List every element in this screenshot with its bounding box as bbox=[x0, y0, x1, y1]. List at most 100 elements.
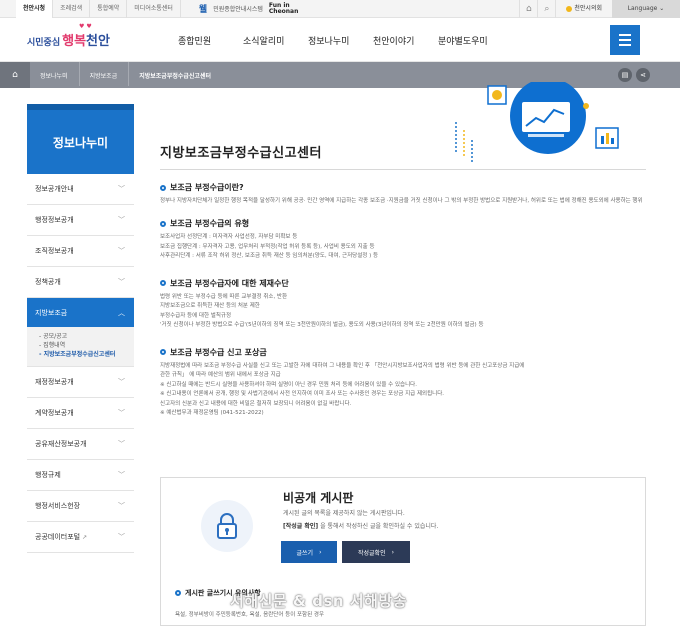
utility-right: ⌂ ⌕ 천안시의회 Language ⌄ bbox=[519, 0, 680, 18]
text-line: ※ 신고내용이 언론에서 공개, 행정 및 사법기관에서 사전 인지하여 이미 … bbox=[160, 391, 445, 397]
logo-main: 행복천안 bbox=[62, 30, 110, 49]
text-line: 사후관리단계 : 서류 조작 허위 정산, 보조금 취득 재산 등 임의처분(양… bbox=[160, 253, 379, 259]
submenu-label: 집행내역 bbox=[43, 342, 66, 349]
section-lines: 지방재정법에 따라 보조금 부정수급 사실을 신고 또는 고발한 자에 대하여 … bbox=[160, 362, 646, 419]
breadcrumb-item-info[interactable]: 정보나누미 bbox=[30, 61, 80, 86]
sidebar: 정보나누미 정보공개안내 ﹀ 행정정보공개 ﹀ 조직정보공개 ﹀ 정책공개 ﹀ 지방보조… bbox=[27, 104, 134, 553]
text-line: ※ 예산법무과 재정운영팀 (041-521-2022) bbox=[160, 410, 264, 416]
sidebar-item-admin-info[interactable]: 행정정보공개 ﹀ bbox=[27, 205, 134, 236]
text-line: 법령 위반 또는 부정수급 등에 따른 교부결정 취소, 반환 bbox=[160, 293, 288, 300]
sidebar-item-label: 행정서비스헌장 bbox=[35, 502, 81, 510]
language-select[interactable]: Language ⌄ bbox=[612, 0, 680, 18]
board-description: 게시된 글의 목록을 제공하지 않는 게시판입니다. bbox=[283, 510, 405, 517]
breadcrumb-home-icon[interactable]: ⌂ bbox=[0, 62, 30, 88]
utility-bar: 천안시청 조례검색 통합예약 미디어소통센터 웰 민원종합안내시스템 Fun i… bbox=[0, 0, 680, 18]
sidebar-item-regulation[interactable]: 행정규제 ﹀ bbox=[27, 460, 134, 491]
sidebar-item-label: 재정정보공개 bbox=[35, 378, 74, 386]
check-post-button-label: 작성글확인 bbox=[357, 549, 386, 557]
site-logo[interactable]: ♥♥ 시민중심 행복천안 bbox=[27, 23, 110, 49]
section-types: 보조금 부정수급의 유형 보조사업자 선정단계 : 미자격자 사업선정, 자부담… bbox=[160, 218, 646, 262]
nav-item-info[interactable]: 정보나누미 bbox=[308, 34, 373, 47]
print-icon[interactable]: ▤ bbox=[618, 68, 632, 82]
section-text: 정부나 지방자치단체가 일정한 행정 목적을 달성하기 위해 공공· 민간 영역… bbox=[160, 198, 643, 204]
submenu-item-report-center[interactable]: - 지방보조금부정수급신고센터 bbox=[39, 350, 134, 359]
util-link-cityhall[interactable]: 천안시청 bbox=[16, 0, 54, 18]
brand-fun-in-cheonan[interactable]: Fun in Cheonan bbox=[269, 2, 298, 15]
board-title: 비공개 게시판 bbox=[283, 491, 354, 505]
logo-hearts-icon: ♥♥ bbox=[79, 23, 94, 30]
analytics-illustration-icon bbox=[455, 82, 619, 162]
main-navigation: 종합민원 소식알리미 정보나누미 천안이야기 분야별도우미 bbox=[178, 18, 503, 62]
util-link-reservation[interactable]: 통합예약 bbox=[90, 0, 128, 18]
nav-item-civil[interactable]: 종합민원 bbox=[178, 34, 243, 47]
sidebar-item-label: 지방보조금 bbox=[35, 308, 68, 317]
chevron-down-icon: ﹀ bbox=[118, 247, 125, 255]
section-heading: 보조금 부정수급자에 대한 제재수단 bbox=[160, 278, 646, 289]
section-heading: 보조금 부정수급이란? bbox=[160, 182, 646, 193]
chevron-down-icon: ﹀ bbox=[118, 378, 125, 386]
text-line: 보조사업자 선정단계 : 미자격자 사업선정, 자부담 미확보 등 bbox=[160, 234, 298, 240]
breadcrumb-item-subsidy[interactable]: 지방보조금 bbox=[80, 61, 130, 86]
arrow-right-icon: › bbox=[391, 548, 394, 556]
util-link-media[interactable]: 미디어소통센터 bbox=[127, 0, 181, 18]
sidebar-item-policy[interactable]: 정책공개 ﹀ bbox=[27, 267, 134, 298]
chevron-down-icon: ﹀ bbox=[118, 440, 125, 448]
submenu-label: 지방보조금부정수급신고센터 bbox=[43, 351, 116, 358]
sidebar-item-label: 계약정보공개 bbox=[35, 409, 74, 417]
nav-item-news[interactable]: 소식알리미 bbox=[243, 34, 308, 47]
home-icon[interactable]: ⌂ bbox=[519, 0, 537, 18]
council-dot-icon bbox=[566, 5, 573, 12]
section-heading: 보조금 부정수급 신고 포상금 bbox=[160, 347, 646, 358]
sidebar-item-finance[interactable]: 재정정보공개 ﹀ bbox=[27, 367, 134, 398]
write-button-label: 글쓰기 bbox=[296, 549, 314, 557]
language-label: Language bbox=[627, 5, 658, 12]
bullet-icon bbox=[160, 349, 166, 355]
board-description-2: [작성글 확인] 을 통해서 작성하신 글을 확인하실 수 있습니다. bbox=[283, 521, 438, 530]
submenu-item-execution[interactable]: - 집행내역 bbox=[39, 341, 134, 350]
chevron-down-icon: ﹀ bbox=[118, 216, 125, 224]
text-line: 지방재정법에 따라 보조금 부정수급 사실을 신고 또는 고발한 자에 대하여 … bbox=[160, 362, 525, 369]
section-sanctions: 보조금 부정수급자에 대한 제재수단 법령 위반 또는 부정수급 등에 따른 교… bbox=[160, 278, 646, 331]
check-post-button[interactable]: 작성글확인 › bbox=[342, 541, 410, 563]
write-button[interactable]: 글쓰기 › bbox=[281, 541, 337, 563]
section-lines: 법령 위반 또는 부정수급 등에 따른 교부결정 취소, 반환 지방보조금으로 … bbox=[160, 293, 646, 331]
sidebar-item-subsidy[interactable]: 지방보조금 ︿ bbox=[27, 298, 134, 327]
chevron-down-icon: ﹀ bbox=[118, 471, 125, 479]
sidebar-item-charter[interactable]: 행정서비스헌장 ﹀ bbox=[27, 491, 134, 522]
text-line: 보조금 집행단계 : 무자격자 고용, 업무처리 부적정(작업 허위 등록 등)… bbox=[160, 243, 375, 250]
sidebar-item-org-info[interactable]: 조직정보공개 ﹀ bbox=[27, 236, 134, 267]
sidebar-item-disclosure-guide[interactable]: 정보공개안내 ﹀ bbox=[27, 174, 134, 205]
sidebar-item-label: 행정정보공개 bbox=[35, 216, 74, 224]
news-watermark: 서해신문 & dsn 서해방송 bbox=[230, 592, 407, 610]
search-icon[interactable]: ⌕ bbox=[537, 0, 555, 18]
sidebar-item-contract[interactable]: 계약정보공개 ﹀ bbox=[27, 398, 134, 429]
section-definition: 보조금 부정수급이란? 정부나 지방자치단체가 일정한 행정 목적을 달성하기 … bbox=[160, 182, 646, 206]
text-line: 신고자의 신분과 신고 내용에 대한 비밀은 철저히 보장되니 어려움이 없길 … bbox=[160, 400, 352, 407]
city-council-link[interactable]: 천안시의회 bbox=[555, 0, 612, 18]
breadcrumb-item-current: 지방보조금부정수급신고센터 bbox=[139, 72, 211, 80]
hamburger-menu-button[interactable] bbox=[610, 25, 640, 55]
chevron-down-icon: ﹀ bbox=[118, 409, 125, 417]
section-reward: 보조금 부정수급 신고 포상금 지방재정법에 따라 보조금 부정수급 사실을 신… bbox=[160, 347, 646, 419]
chevron-up-icon: ︿ bbox=[118, 308, 125, 317]
chevron-down-icon: ﹀ bbox=[118, 502, 125, 510]
share-icon[interactable]: ⋖ bbox=[636, 68, 650, 82]
sidebar-item-open-data[interactable]: 공공데이터포털 ↗ ﹀ bbox=[27, 522, 134, 553]
sidebar-item-property[interactable]: 공유재산정보공개 ﹀ bbox=[27, 429, 134, 460]
nav-item-story[interactable]: 천안이야기 bbox=[373, 34, 438, 47]
chevron-down-icon: ﹀ bbox=[118, 278, 125, 286]
text-line: 관한 규칙」 에 따라 예산의 범위 내에서 포상금 지급 bbox=[160, 372, 281, 378]
logo-prefix: 시민중심 bbox=[27, 38, 61, 48]
brand-minwon-system[interactable]: 민원종합안내시스템 bbox=[213, 4, 263, 13]
sidebar-item-label: 공유재산정보공개 bbox=[35, 440, 87, 448]
chevron-down-icon: ⌄ bbox=[659, 5, 665, 12]
bullet-icon bbox=[160, 220, 166, 227]
sidebar-title: 정보나누미 bbox=[27, 104, 134, 174]
util-link-ordinance[interactable]: 조례검색 bbox=[53, 0, 91, 18]
brand-logo-ulgok[interactable]: 웰 bbox=[199, 2, 207, 15]
nav-item-helper[interactable]: 분야별도우미 bbox=[438, 34, 503, 47]
submenu-item-notice[interactable]: - 공모/공고 bbox=[39, 332, 134, 341]
sidebar-item-open-data-label: 공공데이터포털 ↗ bbox=[35, 532, 87, 542]
section-lines: 보조사업자 선정단계 : 미자격자 사업선정, 자부담 미확보 등 보조금 집행… bbox=[160, 233, 646, 262]
bullet-icon bbox=[160, 184, 166, 191]
